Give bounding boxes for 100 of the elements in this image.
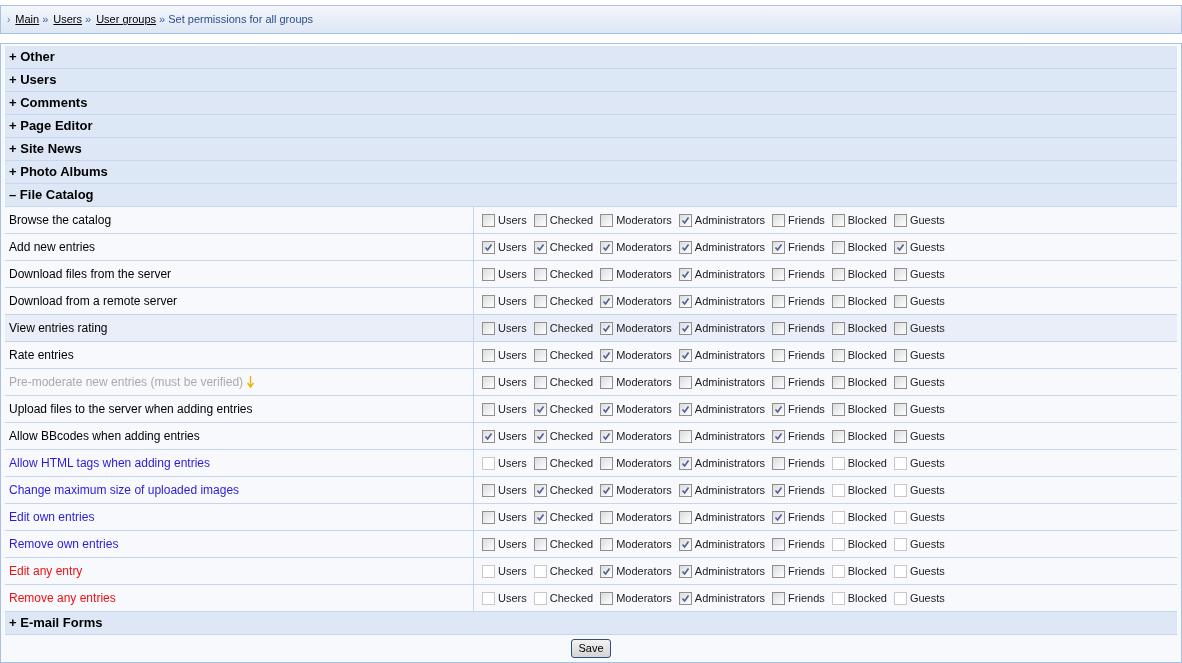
checkbox[interactable] (893, 321, 907, 335)
save-button[interactable]: Save (571, 639, 611, 658)
checkbox[interactable] (772, 402, 786, 416)
checkbox[interactable] (893, 348, 907, 362)
checkbox[interactable] (772, 564, 786, 578)
checkbox[interactable] (533, 510, 547, 524)
checkbox[interactable] (482, 537, 495, 551)
checkbox[interactable] (678, 348, 692, 362)
checkbox[interactable] (482, 321, 495, 335)
checkbox[interactable] (533, 456, 547, 470)
checkbox[interactable] (482, 240, 495, 254)
checkbox[interactable] (772, 267, 786, 281)
checkbox[interactable] (600, 294, 614, 308)
section-header[interactable]: + Page Editor (5, 115, 1177, 138)
checkbox[interactable] (678, 240, 692, 254)
checkbox[interactable] (600, 240, 614, 254)
checkbox[interactable] (533, 267, 547, 281)
checkbox[interactable] (678, 537, 692, 551)
checkbox[interactable] (482, 429, 495, 443)
checkbox[interactable] (772, 348, 786, 362)
checkbox[interactable] (533, 348, 547, 362)
checkbox[interactable] (482, 213, 495, 227)
checkbox[interactable] (893, 402, 907, 416)
checkbox[interactable] (533, 240, 547, 254)
checkbox[interactable] (678, 294, 692, 308)
checkbox[interactable] (678, 321, 692, 335)
section-header[interactable]: + Comments (5, 92, 1177, 115)
checkbox[interactable] (893, 294, 907, 308)
checkbox[interactable] (678, 510, 692, 524)
checkbox[interactable] (533, 429, 547, 443)
checkbox[interactable] (678, 429, 692, 443)
checkbox[interactable] (533, 402, 547, 416)
checkbox[interactable] (772, 591, 786, 605)
checkbox[interactable] (600, 267, 614, 281)
checkbox[interactable] (893, 429, 907, 443)
breadcrumb-link[interactable]: Main (15, 11, 40, 28)
checkbox[interactable] (600, 375, 614, 389)
checkbox[interactable] (533, 213, 547, 227)
checkbox[interactable] (772, 483, 786, 497)
checkbox[interactable] (772, 510, 786, 524)
checkbox[interactable] (772, 321, 786, 335)
checkbox[interactable] (893, 267, 907, 281)
section-header[interactable]: + Other (5, 46, 1177, 69)
checkbox[interactable] (831, 402, 845, 416)
checkbox[interactable] (600, 510, 614, 524)
checkbox[interactable] (600, 456, 614, 470)
checkbox[interactable] (482, 267, 495, 281)
checkbox[interactable] (482, 294, 495, 308)
checkbox[interactable] (482, 483, 495, 497)
checkbox[interactable] (772, 294, 786, 308)
checkbox[interactable] (600, 213, 614, 227)
checkbox[interactable] (772, 375, 786, 389)
breadcrumb-link[interactable]: User groups (96, 11, 157, 28)
checkbox[interactable] (600, 321, 614, 335)
section-header[interactable]: + Site News (5, 138, 1177, 161)
checkbox[interactable] (678, 591, 692, 605)
checkbox[interactable] (893, 240, 907, 254)
checkbox[interactable] (482, 402, 495, 416)
checkbox[interactable] (678, 213, 692, 227)
breadcrumb-link[interactable]: Users (53, 11, 83, 28)
checkbox[interactable] (678, 402, 692, 416)
checkbox[interactable] (678, 456, 692, 470)
checkbox[interactable] (772, 537, 786, 551)
checkbox[interactable] (678, 564, 692, 578)
checkbox[interactable] (772, 240, 786, 254)
section-header[interactable]: + E-mail Forms (5, 612, 1177, 635)
checkbox[interactable] (600, 402, 614, 416)
checkbox[interactable] (533, 321, 547, 335)
checkbox[interactable] (772, 213, 786, 227)
checkbox[interactable] (533, 537, 547, 551)
checkbox[interactable] (533, 483, 547, 497)
checkbox[interactable] (600, 537, 614, 551)
section-header[interactable]: – File Catalog (5, 184, 1177, 207)
checkbox[interactable] (600, 429, 614, 443)
checkbox[interactable] (482, 510, 495, 524)
checkbox[interactable] (533, 375, 547, 389)
section-header[interactable]: + Users (5, 69, 1177, 92)
checkbox[interactable] (600, 348, 614, 362)
checkbox[interactable] (893, 213, 907, 227)
checkbox[interactable] (831, 429, 845, 443)
checkbox[interactable] (831, 213, 845, 227)
checkbox[interactable] (678, 483, 692, 497)
checkbox[interactable] (772, 429, 786, 443)
checkbox[interactable] (831, 240, 845, 254)
checkbox[interactable] (831, 375, 845, 389)
checkbox[interactable] (533, 294, 547, 308)
checkbox[interactable] (678, 267, 692, 281)
checkbox[interactable] (831, 267, 845, 281)
checkbox[interactable] (678, 375, 692, 389)
checkbox[interactable] (831, 294, 845, 308)
checkbox[interactable] (600, 591, 614, 605)
checkbox[interactable] (831, 348, 845, 362)
checkbox[interactable] (600, 564, 614, 578)
checkbox[interactable] (482, 375, 495, 389)
checkbox[interactable] (772, 456, 786, 470)
checkbox[interactable] (893, 375, 907, 389)
section-header[interactable]: + Photo Albums (5, 161, 1177, 184)
checkbox[interactable] (600, 483, 614, 497)
checkbox[interactable] (482, 348, 495, 362)
checkbox[interactable] (831, 321, 845, 335)
